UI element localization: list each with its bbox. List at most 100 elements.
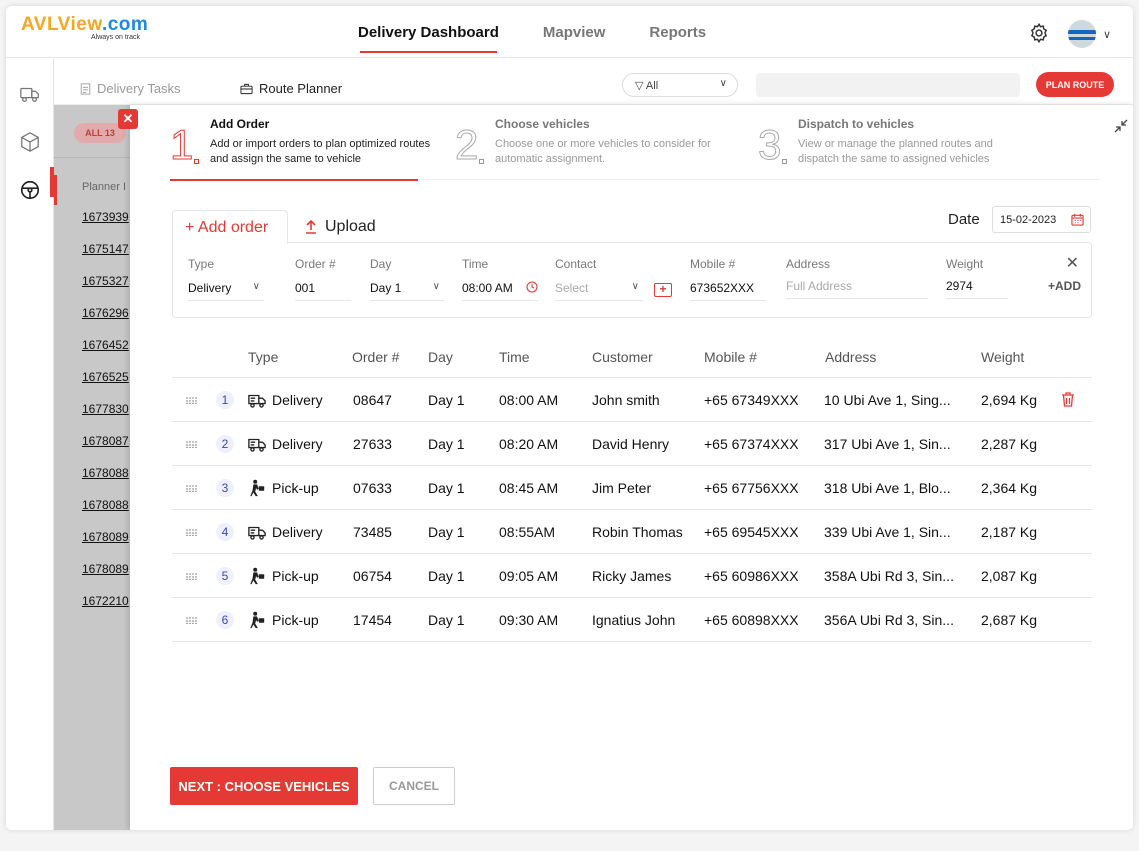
cell-customer: Ricky James (592, 568, 672, 584)
cell-day: Day 1 (428, 612, 465, 628)
truck-icon (248, 394, 266, 408)
close-icon[interactable]: ✕ (1066, 253, 1079, 273)
active-step-underline (170, 179, 418, 181)
add-order-panel: ✕ 1 Add Order Add or import orders to pl… (118, 105, 1133, 830)
cell-weight: 2,364 Kg (981, 480, 1038, 496)
cell-day: Day 1 (428, 524, 465, 540)
drag-handle-icon[interactable] (186, 573, 197, 580)
drag-handle-icon[interactable] (186, 485, 197, 492)
collapse-icon[interactable] (1114, 119, 1128, 133)
col-order: Order # (352, 349, 400, 365)
tab-route-planner[interactable]: Route Planner (240, 81, 342, 96)
avatar[interactable] (1068, 20, 1096, 48)
type-select[interactable]: Delivery ∨ (188, 279, 264, 301)
close-panel-button[interactable]: ✕ (118, 109, 138, 129)
type-label: Type (188, 257, 215, 271)
table-row[interactable]: 1 Delivery 08647 Day 1 08:00 AM John smith +65… (172, 378, 1092, 422)
time-field[interactable]: Time 08:00 AM (462, 257, 538, 301)
table-row[interactable]: 4 Delivery 73485 Day 1 08:55AM Robin Thomas +6… (172, 510, 1092, 554)
cell-weight: 2,687 Kg (981, 612, 1038, 628)
day-label: Day (370, 257, 392, 271)
tab-upload[interactable]: Upload (305, 218, 376, 236)
trash-icon[interactable] (1061, 392, 1075, 407)
table-header: Type Order # Day Time Customer Mobile # … (172, 334, 1092, 378)
filter-icon: ▽ (635, 80, 646, 92)
cell-weight: 2,287 Kg (981, 436, 1038, 452)
cell-day: Day 1 (428, 480, 465, 496)
contact-field[interactable]: Contact Select ∨ (555, 257, 643, 301)
table-row[interactable]: 2 Delivery 27633 Day 1 08:20 AM David Henry +6… (172, 422, 1092, 466)
step-title: Dispatch to vehicles (798, 117, 915, 131)
table-row[interactable]: 5 Pick-up 06754 Day 1 09:05 AM Ricky James +65… (172, 554, 1092, 598)
search-input[interactable] (756, 73, 1020, 97)
nav-mapview[interactable]: Mapview (521, 24, 628, 53)
logo-tagline: Always on track (91, 34, 141, 41)
drag-handle-icon[interactable] (186, 397, 197, 404)
drag-handle-icon[interactable] (186, 529, 197, 536)
tab-delivery-tasks[interactable]: Delivery Tasks (80, 81, 181, 96)
weight-field[interactable]: Weight 2974 (946, 257, 1008, 299)
add-contact-icon[interactable]: + (654, 283, 672, 297)
nav-delivery-dashboard[interactable]: Delivery Dashboard (336, 24, 521, 53)
truck-icon (248, 526, 266, 540)
drag-handle-icon[interactable] (186, 617, 197, 624)
logo: AVLView.com Always on track (21, 14, 148, 41)
tab-add-order[interactable]: + Add order (172, 210, 288, 244)
add-order-button[interactable]: +ADD (1048, 279, 1081, 293)
order-number-field[interactable]: Order # 001 (295, 257, 351, 301)
upload-icon (306, 220, 316, 234)
person-carry-icon (250, 611, 265, 629)
plan-route-button[interactable]: PLAN ROUTE (1036, 72, 1114, 97)
cell-customer: David Henry (592, 436, 670, 452)
address-input[interactable]: Full Address (786, 277, 928, 299)
cell-day: Day 1 (428, 568, 465, 584)
truck-icon[interactable] (19, 83, 41, 105)
order-number-label: Order # (295, 257, 336, 271)
cancel-button[interactable]: CANCEL (373, 767, 455, 805)
nav-reports[interactable]: Reports (627, 24, 728, 53)
col-time: Time (499, 349, 530, 365)
time-input[interactable]: 08:00 AM (462, 279, 538, 301)
table-row[interactable]: 6 Pick-up 17454 Day 1 09:30 AM Ignatius John +… (172, 598, 1092, 642)
date-picker[interactable]: 15-02-2023 (992, 206, 1091, 233)
cell-mobile: +65 69545XXX (704, 524, 799, 540)
step-number: 3 (757, 121, 782, 168)
cell-address: 318 Ubi Ave 1, Blo... (824, 480, 951, 496)
row-number: 6 (216, 611, 234, 629)
cell-address: 358A Ubi Rd 3, Sin... (824, 568, 954, 584)
order-number-input[interactable]: 001 (295, 279, 351, 301)
tab-route-planner-label: Route Planner (259, 81, 343, 96)
col-weight: Weight (981, 349, 1025, 365)
box-icon[interactable] (19, 131, 41, 153)
col-day: Day (428, 349, 453, 365)
document-icon (80, 82, 91, 95)
chevron-down-icon: ∨ (631, 281, 639, 292)
type-field[interactable]: Type Delivery ∨ (188, 257, 264, 301)
tab-upload-label: Upload (325, 218, 376, 235)
day-field[interactable]: Day Day 1 ∨ (370, 257, 444, 301)
time-label: Time (462, 257, 489, 271)
weight-input[interactable]: 2974 (946, 277, 1008, 299)
table-row[interactable]: 3 Pick-up 07633 Day 1 08:45 AM Jim Peter +65 6… (172, 466, 1092, 510)
filter-value: All (645, 80, 659, 92)
day-select[interactable]: Day 1 ∨ (370, 279, 444, 301)
mobile-field[interactable]: Mobile # 673652XXX (690, 257, 766, 301)
cell-address: 356A Ubi Rd 3, Sin... (824, 612, 954, 628)
person-carry-icon (250, 479, 265, 497)
address-label: Address (786, 257, 831, 271)
filter-select[interactable]: ▽ All ∨ (622, 73, 738, 97)
chevron-down-icon: ∨ (432, 281, 440, 292)
steering-wheel-icon[interactable] (19, 179, 41, 201)
cell-time: 08:20 AM (499, 436, 559, 452)
drag-handle-icon[interactable] (186, 441, 197, 448)
cell-mobile: +65 60898XXX (704, 612, 799, 628)
order-entry-form: Type Delivery ∨ Order # 001 Day Day 1 ∨ Ti… (172, 242, 1092, 318)
address-field[interactable]: Address Full Address (786, 257, 928, 299)
gear-icon[interactable] (1028, 22, 1050, 44)
row-number: 3 (216, 479, 234, 497)
contact-select[interactable]: Select ∨ (555, 279, 643, 301)
chevron-down-icon[interactable]: ∨ (1103, 28, 1111, 41)
cell-time: 09:05 AM (499, 568, 559, 584)
next-choose-vehicles-button[interactable]: NEXT : CHOOSE VEHICLES (170, 767, 358, 805)
mobile-input[interactable]: 673652XXX (690, 279, 766, 301)
